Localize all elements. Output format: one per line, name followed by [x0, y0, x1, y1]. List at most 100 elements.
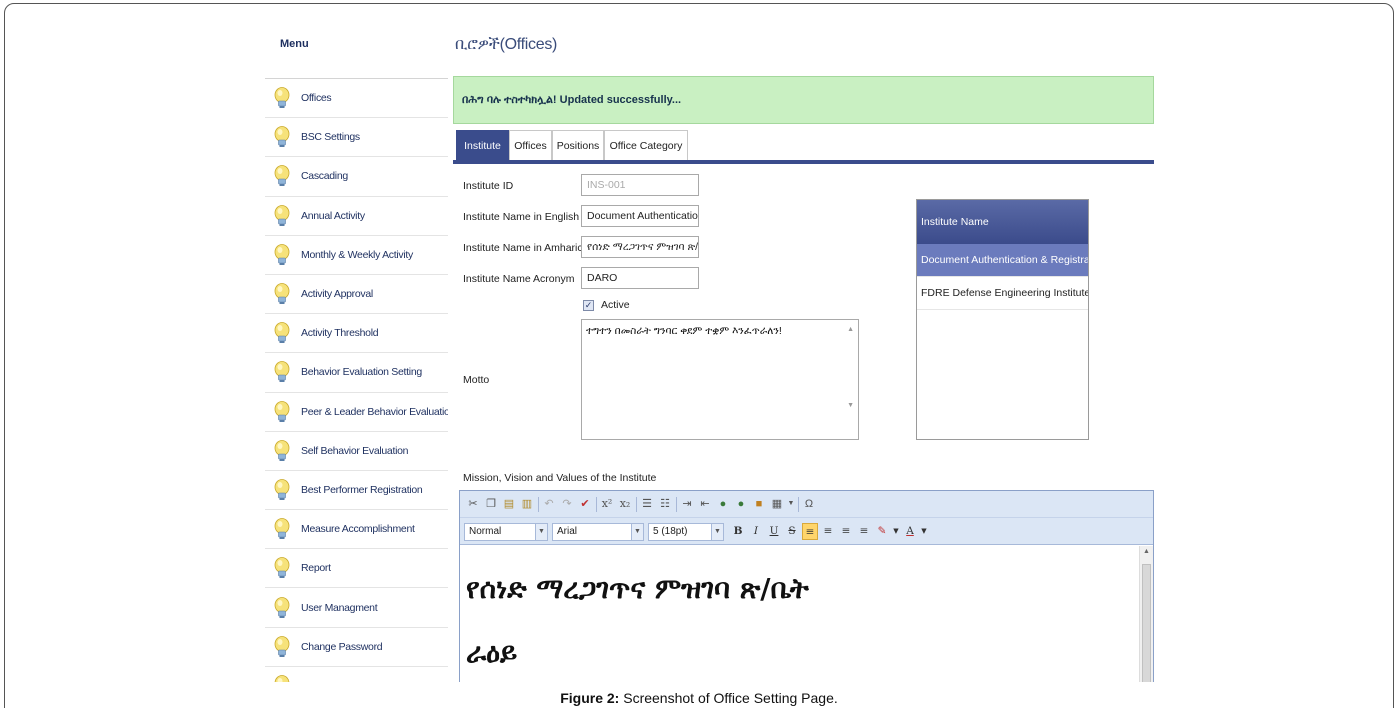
- name-amharic-field[interactable]: የሰነድ ማረጋገጥና ምዝገባ ጽ/ቤ: [581, 236, 699, 258]
- editor-subheading: ራዕይ: [466, 636, 518, 669]
- tab-office-category[interactable]: Office Category: [604, 130, 688, 160]
- sidebar-item[interactable]: Change Password: [265, 626, 448, 666]
- sidebar-item[interactable]: BSC Settings: [265, 117, 448, 156]
- sidebar-item[interactable]: Peer & Leader Behavior Evaluation: [265, 391, 448, 431]
- toolbar-separator: [538, 497, 539, 512]
- chevron-down-icon[interactable]: ▼: [916, 523, 932, 540]
- rich-text-editor: ✂ ❐ ▤ ▥ ↶ ↷ ✔ x² x₂ ☰ ☷ ⇥ ⇤ ● ● ■ ▦ ▼ Ω: [459, 490, 1154, 682]
- sidebar-item[interactable]: User Managment: [265, 587, 448, 626]
- sidebar-item-label: Monthly & Weekly Activity: [301, 248, 413, 261]
- institute-id-field[interactable]: INS-001: [581, 174, 699, 196]
- redo-icon[interactable]: ↷: [560, 497, 574, 511]
- sidebar-item[interactable]: News: [265, 665, 448, 682]
- caption-label: Figure 2:: [560, 690, 620, 706]
- sidebar-item-label: Self Behavior Evaluation: [301, 444, 409, 457]
- sidebar-item[interactable]: Behavior Evaluation Setting: [265, 352, 448, 391]
- font-select[interactable]: Arial ▼: [552, 523, 644, 541]
- sidebar-item-label: Annual Activity: [301, 209, 365, 222]
- copy-icon[interactable]: ❐: [484, 497, 498, 511]
- grid-row[interactable]: FDRE Defense Engineering Institute: [917, 277, 1088, 310]
- menu-title: Menu: [280, 38, 309, 50]
- strikethrough-button[interactable]: S: [784, 523, 800, 540]
- main-content: ቢሮዎች(Offices) በሕግ ባሉ ተስተካክሏል! Updated su…: [453, 22, 1154, 682]
- sidebar-item-label: User Managment: [301, 601, 378, 614]
- figure-caption: Figure 2: Screenshot of Office Setting P…: [0, 690, 1398, 706]
- format-select[interactable]: Normal ▼: [464, 523, 548, 541]
- outdent-icon[interactable]: ⇤: [698, 497, 712, 511]
- bullet-list-icon[interactable]: ☷: [658, 497, 672, 511]
- lightbulb-icon: [274, 557, 290, 579]
- sidebar-item-label: Report: [301, 562, 331, 575]
- name-english-field[interactable]: Document Authentication & R: [581, 205, 699, 227]
- underline-button[interactable]: U: [766, 523, 782, 540]
- motto-textarea[interactable]: ተግተን በመስራት ግንባር ቀደም ተቋም እንፈጥራለን! ▲ ▼: [581, 319, 859, 440]
- caption-text: Screenshot of Office Setting Page.: [619, 690, 838, 706]
- sidebar-item[interactable]: Annual Activity: [265, 195, 448, 235]
- toolbar-separator: [596, 497, 597, 512]
- active-label: Active: [601, 299, 630, 311]
- remove-link-icon[interactable]: ●: [734, 497, 748, 511]
- scroll-up-icon[interactable]: ▲: [1143, 548, 1150, 555]
- undo-icon[interactable]: ↶: [542, 497, 556, 511]
- insert-image-icon[interactable]: ■: [752, 497, 766, 511]
- cut-icon[interactable]: ✂: [466, 497, 480, 511]
- align-center-button[interactable]: ≡: [820, 523, 836, 540]
- sidebar-item-label: News: [301, 680, 326, 682]
- subscript-icon[interactable]: x₂: [618, 497, 632, 511]
- tab-positions[interactable]: Positions: [552, 130, 604, 160]
- sidebar-item[interactable]: Cascading: [265, 156, 448, 195]
- scroll-up-icon[interactable]: ▲: [847, 326, 854, 333]
- chevron-down-icon: ▼: [535, 524, 547, 540]
- sidebar-item[interactable]: Activity Approval: [265, 273, 448, 313]
- acronym-field[interactable]: DARO: [581, 267, 699, 289]
- sidebar-item-label: Best Performer Registration: [301, 483, 423, 496]
- grid-row[interactable]: Document Authentication & Registration O…: [917, 244, 1088, 277]
- motto-text: ተግተን በመስራት ግንባር ቀደም ተቋም እንፈጥራለን!: [586, 325, 782, 337]
- superscript-icon[interactable]: x²: [600, 497, 614, 511]
- insert-link-icon[interactable]: ●: [716, 497, 730, 511]
- italic-button[interactable]: I: [748, 523, 764, 540]
- chevron-down-icon: ▼: [711, 524, 723, 540]
- paste-icon[interactable]: ▤: [502, 497, 516, 511]
- sidebar-menu: Menu Offices BSC Settings Cascading Annual …: [265, 22, 448, 682]
- lightbulb-icon: [274, 243, 290, 266]
- tab-offices[interactable]: Offices: [509, 130, 552, 160]
- sidebar-item-label: Behavior Evaluation Setting: [301, 366, 422, 379]
- scrollbar-thumb[interactable]: [1142, 564, 1151, 682]
- editor-scrollbar[interactable]: ▲: [1139, 546, 1153, 682]
- active-checkbox[interactable]: ✓: [583, 300, 594, 311]
- sidebar-item[interactable]: Monthly & Weekly Activity: [265, 234, 448, 274]
- justify-button[interactable]: ≡: [856, 523, 872, 540]
- sidebar-item[interactable]: Self Behavior Evaluation: [265, 430, 448, 470]
- chevron-down-icon[interactable]: ▼: [784, 497, 798, 511]
- spellcheck-icon[interactable]: ✔: [578, 497, 592, 511]
- sidebar-item[interactable]: Offices: [265, 78, 448, 117]
- editor-toolbar-format: Normal ▼ Arial ▼ 5 (18pt) ▼ B I U S ≡ ≡ …: [460, 518, 1153, 545]
- special-chars-icon[interactable]: Ω: [802, 497, 816, 511]
- editor-content[interactable]: የሰነድ ማረጋገጥና ምዝገባ ጽ/ቤት ራዕይ ▲: [460, 546, 1153, 682]
- scroll-down-icon[interactable]: ▼: [847, 402, 854, 409]
- align-right-button[interactable]: ≡: [838, 523, 854, 540]
- bold-button[interactable]: B: [730, 523, 746, 540]
- indent-icon[interactable]: ⇥: [680, 497, 694, 511]
- lightbulb-icon: [274, 675, 290, 682]
- page-title: ቢሮዎች(Offices): [455, 36, 558, 53]
- tab-institute[interactable]: Institute: [456, 130, 509, 160]
- toolbar-separator: [798, 497, 799, 512]
- success-notice: በሕግ ባሉ ተስተካክሏል! Updated successfully...: [453, 76, 1154, 124]
- success-notice-text: በሕግ ባሉ ተስተካክሏል! Updated successfully...: [462, 93, 682, 106]
- paste-text-icon[interactable]: ▥: [520, 497, 534, 511]
- sidebar-item[interactable]: Best Performer Registration: [265, 469, 448, 509]
- name-amharic-label: Institute Name in Amharic: [463, 242, 583, 254]
- font-select-value: Arial: [557, 526, 578, 537]
- sidebar-item-label: Measure Accomplishment: [301, 523, 415, 536]
- sidebar-item[interactable]: Activity Threshold: [265, 313, 448, 352]
- ordered-list-icon[interactable]: ☰: [640, 497, 654, 511]
- sidebar-item[interactable]: Measure Accomplishment: [265, 509, 448, 548]
- toolbar-separator: [636, 497, 637, 512]
- lightbulb-icon: [274, 635, 290, 658]
- size-select[interactable]: 5 (18pt) ▼: [648, 523, 724, 541]
- sidebar-item[interactable]: Report: [265, 548, 448, 587]
- insert-table-icon[interactable]: ▦: [770, 497, 784, 511]
- align-left-button[interactable]: ≡: [802, 523, 818, 540]
